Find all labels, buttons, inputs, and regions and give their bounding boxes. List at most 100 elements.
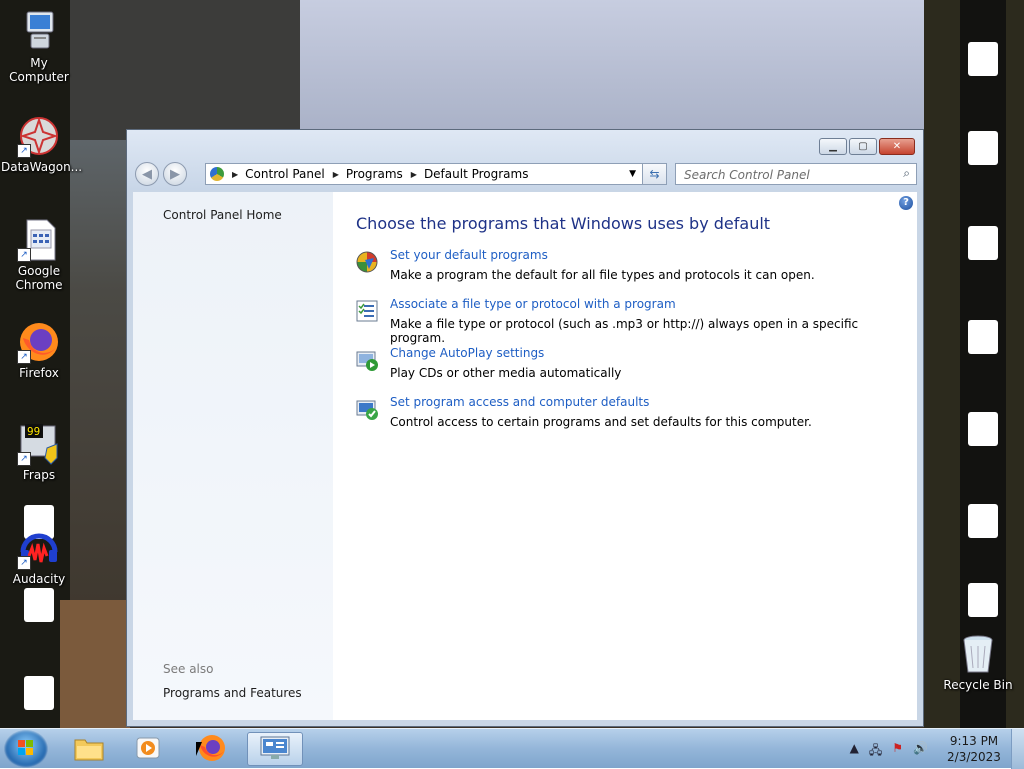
breadcrumb-control-panel[interactable]: Control Panel bbox=[245, 167, 325, 181]
program-access-icon bbox=[355, 397, 379, 421]
desktop-icon-audacity[interactable]: ↗ Audacity bbox=[1, 526, 77, 586]
taskbar-control-panel[interactable] bbox=[247, 732, 303, 766]
window-title-bar[interactable]: ▁ ▢ ✕ ◀ ▶ ▶ Control Panel ▶ Programs ▶ D… bbox=[127, 130, 923, 190]
minimize-icon: ▁ bbox=[829, 141, 837, 152]
mouse-cursor-icon bbox=[196, 742, 202, 756]
taskbar-firefox[interactable] bbox=[184, 732, 240, 766]
default-programs-icon bbox=[355, 250, 379, 274]
help-icon[interactable]: ? bbox=[899, 196, 913, 210]
film-hole bbox=[968, 504, 998, 538]
shortcut-arrow-icon: ↗ bbox=[17, 350, 31, 364]
film-hole bbox=[968, 42, 998, 76]
clock-time: 9:13 PM bbox=[949, 734, 999, 748]
film-hole bbox=[968, 412, 998, 446]
shortcut-arrow-icon: ↗ bbox=[17, 248, 31, 262]
film-hole-left bbox=[24, 588, 54, 622]
desktop-icon-label: Google Chrome bbox=[15, 264, 63, 292]
associate-file-type-link[interactable]: Associate a file type or protocol with a… bbox=[390, 297, 676, 311]
search-input[interactable] bbox=[682, 165, 886, 185]
back-button[interactable]: ◀ bbox=[135, 162, 159, 186]
desktop-icon-label: Firefox bbox=[19, 366, 59, 380]
desktop-icon-my-computer[interactable]: My Computer bbox=[1, 10, 77, 84]
page-title: Choose the programs that Windows uses by… bbox=[356, 214, 771, 233]
fraps-icon: 99 ↗ bbox=[17, 422, 61, 466]
task-set-default-programs: Set your default programs Make a program… bbox=[355, 248, 915, 292]
desktop-icon-recycle-bin[interactable]: Recycle Bin bbox=[940, 632, 1016, 692]
task-description: Play CDs or other media automatically bbox=[390, 366, 622, 380]
task-program-access: Set program access and computer defaults… bbox=[355, 395, 915, 439]
main-content: ? Choose the programs that Windows uses … bbox=[333, 192, 917, 720]
audacity-icon: ↗ bbox=[17, 526, 61, 570]
taskbar: ▲ 🖧 ⚑ 🔊 9:13 PM 2/3/2023 bbox=[0, 728, 1024, 769]
desktop-icon-label: Recycle Bin bbox=[943, 678, 1013, 692]
recycle-bin-icon bbox=[956, 632, 1000, 676]
address-dropdown-icon[interactable]: ▼ bbox=[629, 169, 636, 179]
breadcrumb-separator-icon[interactable]: ▶ bbox=[411, 170, 417, 179]
refresh-button[interactable]: ⇆ bbox=[643, 163, 667, 185]
firefox-icon: ↗ bbox=[17, 320, 61, 364]
network-icon[interactable]: 🖧 bbox=[869, 741, 882, 762]
film-hole bbox=[968, 226, 998, 260]
breadcrumb-programs[interactable]: Programs bbox=[346, 167, 403, 181]
shortcut-arrow-icon: ↗ bbox=[17, 556, 31, 570]
wallpaper-lower-left bbox=[60, 600, 130, 728]
taskbar-windows-explorer[interactable] bbox=[61, 732, 117, 766]
film-hole bbox=[968, 131, 998, 165]
windows-logo-icon bbox=[18, 740, 34, 756]
breadcrumb-separator-icon[interactable]: ▶ bbox=[232, 170, 238, 179]
desktop-icon-firefox[interactable]: ↗ Firefox bbox=[1, 320, 77, 380]
wallpaper-sky bbox=[300, 0, 960, 140]
control-panel-window[interactable]: ▁ ▢ ✕ ◀ ▶ ▶ Control Panel ▶ Programs ▶ D… bbox=[126, 129, 924, 727]
film-hole bbox=[968, 320, 998, 354]
svg-text:99: 99 bbox=[27, 425, 40, 438]
file-association-icon bbox=[355, 299, 379, 323]
refresh-icon: ⇆ bbox=[649, 167, 660, 181]
wallpaper-film-strip bbox=[960, 0, 1006, 728]
action-center-flag-icon[interactable]: ⚑ bbox=[892, 741, 903, 762]
programs-and-features-link[interactable]: Programs and Features bbox=[163, 686, 302, 700]
desktop-icon-label: My Computer bbox=[9, 56, 69, 84]
desktop-icon-datawagon[interactable]: ↗ DataWagon... bbox=[1, 114, 82, 174]
desktop-icon-fraps[interactable]: 99 ↗ Fraps bbox=[1, 422, 77, 482]
shortcut-arrow-icon: ↗ bbox=[17, 452, 31, 466]
minimize-button[interactable]: ▁ bbox=[819, 138, 847, 155]
window-controls: ▁ ▢ ✕ bbox=[817, 138, 915, 155]
control-panel-home-link[interactable]: Control Panel Home bbox=[163, 208, 282, 222]
start-button[interactable] bbox=[4, 730, 48, 768]
show-desktop-button[interactable] bbox=[1011, 729, 1024, 769]
taskbar-clock[interactable]: 9:13 PM 2/3/2023 bbox=[946, 733, 1002, 765]
system-tray: ▲ 🖧 ⚑ 🔊 bbox=[850, 741, 928, 762]
program-access-link[interactable]: Set program access and computer defaults bbox=[390, 395, 649, 409]
forward-arrow-icon: ▶ bbox=[170, 166, 180, 182]
shortcut-arrow-icon: ↗ bbox=[17, 144, 31, 158]
desktop-icon-label: Audacity bbox=[12, 572, 66, 586]
datawagon-icon: ↗ bbox=[17, 114, 61, 158]
task-description: Control access to certain programs and s… bbox=[390, 415, 812, 429]
search-icon[interactable]: ⌕ bbox=[903, 166, 910, 181]
forward-button[interactable]: ▶ bbox=[163, 162, 187, 186]
autoplay-icon bbox=[355, 348, 379, 372]
film-hole bbox=[968, 583, 998, 617]
breadcrumb-separator-icon[interactable]: ▶ bbox=[333, 170, 339, 179]
set-default-programs-link[interactable]: Set your default programs bbox=[390, 248, 548, 262]
taskbar-media-player[interactable] bbox=[121, 732, 177, 766]
close-button[interactable]: ✕ bbox=[879, 138, 915, 155]
close-icon: ✕ bbox=[892, 141, 902, 152]
desktop-icon-google-chrome[interactable]: ↗ Google Chrome bbox=[1, 218, 77, 292]
show-hidden-icons-icon[interactable]: ▲ bbox=[850, 741, 859, 762]
sidebar: Control Panel Home See also Programs and… bbox=[133, 192, 333, 720]
task-description: Make a program the default for all file … bbox=[390, 268, 815, 282]
volume-icon[interactable]: 🔊 bbox=[913, 741, 928, 762]
back-arrow-icon: ◀ bbox=[142, 166, 152, 182]
desktop-icon-label: Fraps bbox=[22, 468, 56, 482]
my-computer-icon bbox=[17, 10, 61, 54]
maximize-button[interactable]: ▢ bbox=[849, 138, 877, 155]
task-associate-file-type: Associate a file type or protocol with a… bbox=[355, 297, 915, 345]
control-panel-icon bbox=[259, 735, 291, 764]
film-hole-left bbox=[24, 676, 54, 710]
windows-explorer-icon bbox=[73, 734, 105, 765]
breadcrumb-default-programs[interactable]: Default Programs bbox=[424, 167, 529, 181]
change-autoplay-link[interactable]: Change AutoPlay settings bbox=[390, 346, 544, 360]
search-box[interactable]: ⌕ bbox=[675, 163, 917, 185]
address-bar[interactable]: ▶ Control Panel ▶ Programs ▶ Default Pro… bbox=[205, 163, 643, 185]
